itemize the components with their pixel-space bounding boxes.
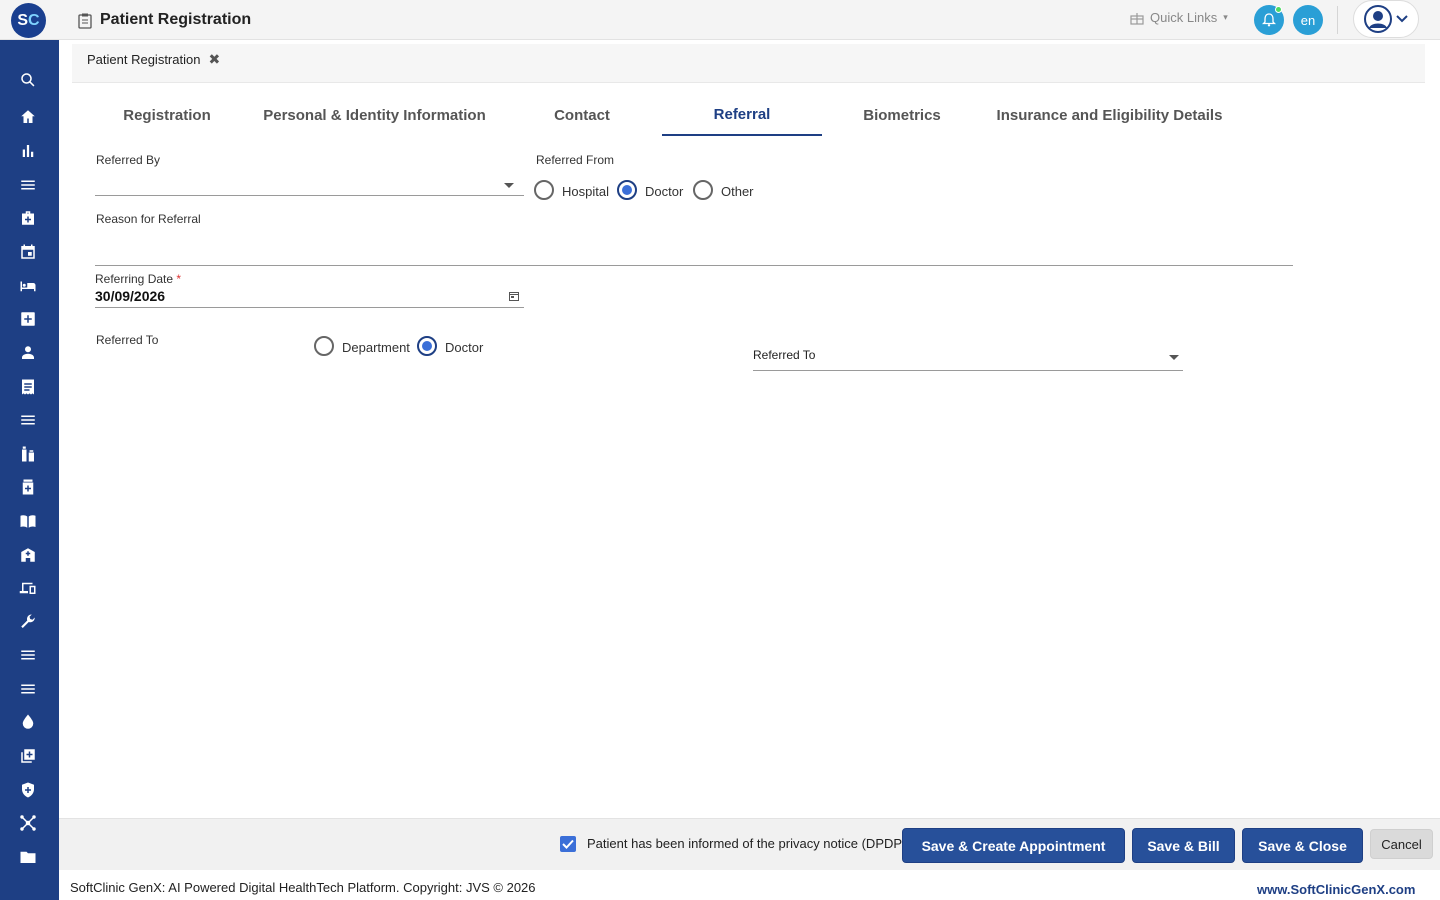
reason-underline bbox=[95, 265, 1293, 266]
notification-dot bbox=[1275, 6, 1282, 13]
clipboard-icon bbox=[78, 13, 92, 29]
home-icon[interactable] bbox=[17, 106, 39, 128]
referring-date-input[interactable]: 30/09/2026 bbox=[95, 288, 165, 304]
person-icon[interactable] bbox=[17, 342, 39, 364]
medicine-icon[interactable] bbox=[17, 476, 39, 498]
save-close-button[interactable]: Save & Close bbox=[1242, 828, 1363, 863]
devices-icon[interactable] bbox=[17, 577, 39, 599]
app-logo[interactable]: SC bbox=[11, 3, 46, 38]
avatar-icon bbox=[1364, 5, 1392, 33]
receipt-icon[interactable] bbox=[17, 376, 39, 398]
sidebar bbox=[0, 40, 59, 900]
close-icon[interactable]: ✖ bbox=[208, 51, 220, 68]
radio-label-referred-doctor: Doctor bbox=[445, 340, 484, 355]
wrench-icon[interactable] bbox=[17, 611, 39, 633]
reason-input[interactable] bbox=[95, 232, 1293, 265]
footer-copyright: SoftClinic GenX: AI Powered Digital Heal… bbox=[70, 880, 536, 895]
bell-icon bbox=[1262, 13, 1276, 27]
page-title: Patient Registration bbox=[100, 11, 252, 28]
tab-contact[interactable]: Contact bbox=[502, 94, 662, 136]
gift-icon bbox=[1130, 12, 1144, 25]
folder-icon[interactable] bbox=[17, 846, 39, 868]
tab-referral[interactable]: Referral bbox=[662, 94, 822, 136]
medical-plus-icon[interactable] bbox=[17, 308, 39, 330]
search-icon[interactable] bbox=[17, 69, 39, 91]
chevron-down-icon bbox=[1396, 15, 1408, 23]
calendar-icon[interactable] bbox=[509, 291, 519, 301]
hub-icon[interactable] bbox=[17, 812, 39, 834]
check-icon bbox=[562, 839, 574, 849]
footer-website-link[interactable]: www.SoftClinicGenX.com bbox=[1257, 882, 1415, 897]
privacy-checkbox[interactable] bbox=[560, 836, 576, 852]
tab-registration[interactable]: Registration bbox=[87, 94, 247, 136]
radio-referred-to-department[interactable] bbox=[314, 336, 334, 356]
notification-button[interactable] bbox=[1254, 5, 1284, 35]
radio-referred-to-doctor[interactable] bbox=[417, 336, 437, 356]
referred-to-select[interactable]: Referred To bbox=[753, 346, 1183, 370]
hospital-building-icon[interactable] bbox=[17, 544, 39, 566]
radio-label-other: Other bbox=[721, 184, 754, 199]
radio-referred-from-hospital[interactable] bbox=[534, 180, 554, 200]
book-icon[interactable] bbox=[17, 510, 39, 532]
list-icon[interactable] bbox=[17, 409, 39, 431]
tab-biometrics[interactable]: Biometrics bbox=[822, 94, 982, 136]
chevron-down-icon bbox=[1169, 355, 1179, 360]
chevron-down-icon: ▾ bbox=[1223, 12, 1228, 22]
cancel-button[interactable]: Cancel bbox=[1370, 829, 1433, 859]
radio-label-hospital: Hospital bbox=[562, 184, 609, 199]
radio-label-department: Department bbox=[342, 340, 410, 355]
user-menu-button[interactable] bbox=[1353, 0, 1419, 38]
menu-icon[interactable] bbox=[17, 174, 39, 196]
bar-chart-icon[interactable] bbox=[17, 140, 39, 162]
radio-label-doctor: Doctor bbox=[645, 184, 684, 199]
drop-icon[interactable] bbox=[17, 711, 39, 733]
shield-plus-icon[interactable] bbox=[17, 779, 39, 801]
calendar-icon[interactable] bbox=[17, 241, 39, 263]
tab-insurance[interactable]: Insurance and Eligibility Details bbox=[992, 94, 1227, 136]
header-divider bbox=[1337, 6, 1338, 34]
bed-icon[interactable] bbox=[17, 275, 39, 297]
open-pages-strip: Patient Registration ✖ bbox=[72, 44, 1425, 83]
referring-date-label: Referring Date * bbox=[95, 272, 182, 286]
tab-personal-identity[interactable]: Personal & Identity Information bbox=[262, 94, 487, 136]
reason-label: Reason for Referral bbox=[96, 212, 201, 226]
list-icon[interactable] bbox=[17, 678, 39, 700]
add-box-icon[interactable] bbox=[17, 745, 39, 767]
top-bar: SC Patient Registration Quick Links ▾ en bbox=[0, 0, 1440, 40]
referring-date-underline bbox=[95, 307, 524, 308]
referred-to-underline bbox=[753, 370, 1183, 371]
list-icon[interactable] bbox=[17, 644, 39, 666]
referred-by-select[interactable] bbox=[95, 172, 524, 196]
bottles-icon[interactable] bbox=[17, 443, 39, 465]
referred-from-label: Referred From bbox=[536, 153, 615, 167]
radio-referred-from-other[interactable] bbox=[693, 180, 713, 200]
chevron-down-icon bbox=[504, 183, 514, 188]
radio-referred-from-doctor[interactable] bbox=[617, 180, 637, 200]
language-button[interactable]: en bbox=[1293, 5, 1323, 35]
quick-links-dropdown[interactable]: Quick Links ▾ bbox=[1130, 10, 1228, 25]
save-bill-button[interactable]: Save & Bill bbox=[1132, 828, 1235, 863]
referred-by-label: Referred By bbox=[96, 153, 161, 167]
referred-to-label: Referred To bbox=[96, 333, 159, 347]
save-create-appointment-button[interactable]: Save & Create Appointment bbox=[902, 828, 1125, 863]
referred-by-underline bbox=[95, 195, 524, 196]
medical-bag-icon[interactable] bbox=[17, 207, 39, 229]
quick-links-label: Quick Links bbox=[1150, 10, 1218, 25]
open-page-tab[interactable]: Patient Registration ✖ bbox=[87, 51, 220, 68]
open-page-tab-label: Patient Registration bbox=[87, 52, 201, 67]
privacy-checkbox-label: Patient has been informed of the privacy… bbox=[587, 836, 907, 851]
